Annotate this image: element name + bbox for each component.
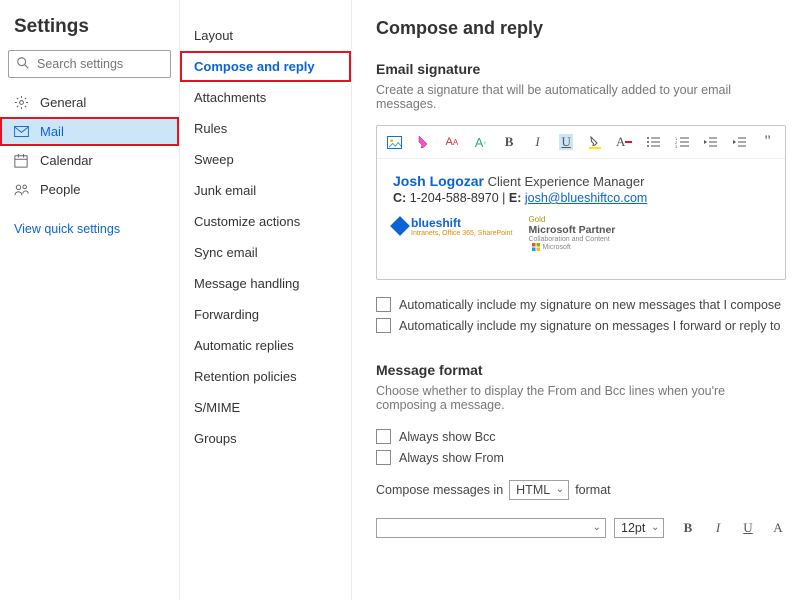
insert-image-icon[interactable] (387, 134, 402, 150)
signature-editor: AA A◦ B I U A 123 " Josh Logozar Client … (376, 125, 786, 280)
number-list-icon[interactable]: 123 (675, 134, 690, 150)
checkbox-icon (376, 318, 391, 333)
search-settings-wrap (8, 50, 171, 78)
italic-button-2[interactable]: I (710, 520, 726, 536)
chevron-down-icon: ⌄ (556, 484, 564, 495)
calendar-icon (14, 154, 30, 168)
font-toolbar-row: ⌄ 12pt⌄ B I U A (376, 518, 786, 538)
font-style-icon[interactable]: A◦ (473, 134, 488, 150)
mail-icon (14, 126, 30, 137)
chevron-down-icon: ⌄ (593, 522, 601, 533)
checkbox-include-new[interactable]: Automatically include my signature on ne… (376, 294, 786, 315)
quote-icon[interactable]: " (760, 134, 775, 150)
sig-logos: blueshift Intranets, Office 365, SharePo… (393, 215, 769, 251)
underline-button[interactable]: U (559, 134, 574, 150)
message-format-title: Message format (376, 362, 786, 378)
editor-toolbar: AA A◦ B I U A 123 " (377, 126, 785, 159)
sig-job-title: Client Experience Manager (488, 174, 645, 189)
font-color-icon[interactable]: A (616, 134, 632, 150)
view-quick-settings-link[interactable]: View quick settings (0, 204, 179, 254)
nav-label: General (40, 95, 86, 110)
nav-item-general[interactable]: General (0, 88, 179, 117)
search-icon (16, 56, 30, 70)
settings-title: Settings (0, 10, 179, 50)
chevron-down-icon: ⌄ (651, 522, 659, 533)
italic-button[interactable]: I (530, 134, 545, 150)
underline-button-2[interactable]: U (740, 520, 756, 536)
main-panel: Compose and reply Email signature Create… (352, 0, 800, 600)
bullet-list-icon[interactable] (646, 134, 661, 150)
bold-button-2[interactable]: B (680, 520, 696, 536)
microsoft-small-logo: Microsoft (532, 243, 615, 251)
email-signature-title: Email signature (376, 61, 786, 77)
sub-item-attachments[interactable]: Attachments (180, 82, 351, 113)
nav-label: Mail (40, 124, 64, 139)
bold-button[interactable]: B (502, 134, 517, 150)
highlight-color-icon[interactable] (587, 134, 602, 150)
nav-label: People (40, 182, 80, 197)
sub-item-retention-policies[interactable]: Retention policies (180, 361, 351, 392)
checkbox-icon (376, 450, 391, 465)
checkbox-show-bcc[interactable]: Always show Bcc (376, 426, 786, 447)
sub-item-sweep[interactable]: Sweep (180, 144, 351, 175)
font-size-icon[interactable]: AA (445, 134, 460, 150)
mail-settings-submenu: Layout Compose and reply Attachments Rul… (180, 0, 352, 600)
sub-item-message-handling[interactable]: Message handling (180, 268, 351, 299)
people-icon (14, 183, 30, 197)
nav-item-mail[interactable]: Mail (0, 117, 179, 146)
search-settings-input[interactable] (8, 50, 171, 78)
svg-text:3: 3 (675, 144, 678, 148)
compose-format-select[interactable]: HTML⌄ (509, 480, 569, 500)
sig-contact-line: C: 1-204-588-8970 | E: josh@blueshiftco.… (393, 191, 769, 205)
sig-name: Josh Logozar (393, 173, 484, 189)
page-heading: Compose and reply (376, 18, 786, 39)
sub-item-forwarding[interactable]: Forwarding (180, 299, 351, 330)
ms-partner-logo: Gold Microsoft Partner Collaboration and… (528, 215, 615, 251)
gear-icon (14, 95, 30, 110)
sig-email-link[interactable]: josh@blueshiftco.com (525, 191, 647, 205)
compose-format-row: Compose messages in HTML⌄ format (376, 480, 786, 500)
font-size-select[interactable]: 12pt⌄ (614, 518, 664, 538)
font-color-button-2[interactable]: A (770, 520, 786, 536)
nav-item-calendar[interactable]: Calendar (0, 146, 179, 175)
sub-item-smime[interactable]: S/MIME (180, 392, 351, 423)
sub-item-junk-email[interactable]: Junk email (180, 175, 351, 206)
nav-label: Calendar (40, 153, 93, 168)
sub-item-compose-and-reply[interactable]: Compose and reply (180, 51, 351, 82)
checkbox-icon (376, 429, 391, 444)
indent-icon[interactable] (732, 134, 747, 150)
signature-content[interactable]: Josh Logozar Client Experience Manager C… (377, 159, 785, 279)
sub-item-customize-actions[interactable]: Customize actions (180, 206, 351, 237)
sub-item-sync-email[interactable]: Sync email (180, 237, 351, 268)
checkbox-include-fwd[interactable]: Automatically include my signature on me… (376, 315, 786, 336)
sub-item-automatic-replies[interactable]: Automatic replies (180, 330, 351, 361)
blueshift-diamond-icon (390, 216, 410, 236)
font-family-select[interactable]: ⌄ (376, 518, 606, 538)
nav-item-people[interactable]: People (0, 175, 179, 204)
email-signature-desc: Create a signature that will be automati… (376, 83, 786, 111)
sub-item-groups[interactable]: Groups (180, 423, 351, 454)
sub-item-layout[interactable]: Layout (180, 20, 351, 51)
settings-sidebar: Settings General Mail Calendar (0, 0, 180, 600)
sub-item-rules[interactable]: Rules (180, 113, 351, 144)
checkbox-show-from[interactable]: Always show From (376, 447, 786, 468)
message-format-desc: Choose whether to display the From and B… (376, 384, 786, 412)
outdent-icon[interactable] (703, 134, 718, 150)
checkbox-icon (376, 297, 391, 312)
highlight-icon[interactable] (416, 134, 431, 150)
blueshift-logo: blueshift Intranets, Office 365, SharePo… (393, 215, 512, 237)
